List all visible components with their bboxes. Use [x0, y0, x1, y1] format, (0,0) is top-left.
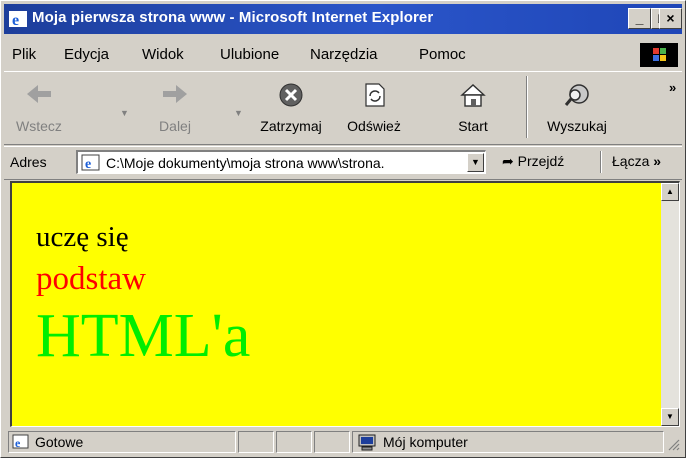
status-text: Gotowe — [35, 434, 84, 450]
svg-text:e: e — [15, 436, 21, 450]
address-bar: Adres e C:\Moje dokumenty\moja strona ww… — [4, 146, 682, 180]
back-label: Wstecz — [16, 118, 62, 134]
page-text-line-2: podstaw — [36, 261, 146, 297]
browser-window: e Moja pierwsza strona www - Microsoft I… — [0, 0, 686, 458]
menu-help[interactable]: Pomoc — [419, 46, 466, 63]
forward-arrow-icon — [163, 85, 187, 103]
status-panel-privacy — [314, 431, 350, 453]
forward-button[interactable]: Dalej — [144, 72, 206, 144]
ie-logo-icon: e — [9, 11, 27, 27]
window-title: Moja pierwsza strona www - Microsoft Int… — [32, 9, 434, 26]
computer-icon — [358, 434, 376, 451]
ie-page-icon: e — [81, 154, 100, 172]
refresh-label: Odśwież — [347, 118, 401, 134]
go-arrow-icon: ➦ — [502, 153, 514, 169]
close-button[interactable]: × — [659, 8, 682, 29]
status-zone-panel: Mój komputer — [352, 431, 664, 453]
stop-button[interactable]: Zatrzymaj — [254, 72, 328, 144]
search-label: Wyszukaj — [547, 118, 607, 134]
go-button[interactable]: ➦ Przejdź — [502, 153, 564, 170]
menu-view[interactable]: Widok — [142, 46, 184, 63]
status-panel-ssl — [276, 431, 312, 453]
menu-edit[interactable]: Edycja — [64, 46, 109, 63]
resize-grip-icon[interactable] — [666, 437, 680, 451]
toolbar-more-chevron[interactable]: » — [669, 80, 676, 95]
address-label: Adres — [10, 154, 47, 170]
page-body: uczę się podstaw HTML'a — [12, 183, 660, 426]
vertical-scrollbar[interactable]: ▲ ▼ — [661, 183, 679, 426]
home-button[interactable]: Start — [440, 72, 506, 144]
svg-text:e: e — [85, 157, 91, 172]
forward-label: Dalej — [159, 118, 191, 134]
ie-page-status-icon: e — [12, 434, 29, 450]
address-input[interactable]: e C:\Moje dokumenty\moja strona www\stro… — [76, 150, 486, 174]
stop-label: Zatrzymaj — [260, 118, 322, 134]
links-label: Łącza — [612, 153, 650, 169]
title-bar[interactable]: e Moja pierwsza strona www - Microsoft I… — [4, 4, 682, 34]
menu-tools[interactable]: Narzędzia — [310, 46, 378, 63]
status-panel-progress — [238, 431, 274, 453]
back-arrow-icon — [27, 85, 51, 103]
links-button[interactable]: Łącza » — [612, 153, 661, 169]
back-button[interactable]: Wstecz — [8, 72, 70, 144]
refresh-button[interactable]: Odśwież — [341, 72, 407, 144]
page-viewport[interactable]: uczę się podstaw HTML'a ▲ ▼ — [10, 181, 680, 427]
home-icon — [460, 84, 486, 107]
toolbar-divider — [526, 76, 528, 138]
refresh-icon — [365, 83, 385, 107]
status-zone-text: Mój komputer — [383, 434, 468, 450]
menu-file[interactable]: Plik — [12, 46, 36, 63]
address-dropdown-icon[interactable]: ▼ — [467, 153, 484, 172]
menu-favorites[interactable]: Ulubione — [220, 46, 279, 63]
page-text-line-3: HTML'a — [36, 302, 251, 370]
menu-bar: Plik Edycja Widok Ulubione Narzędzia Pom… — [4, 43, 682, 67]
home-label: Start — [458, 118, 488, 134]
status-bar: e Gotowe Mój komputer — [4, 429, 682, 455]
minimize-button[interactable]: _ — [628, 8, 651, 29]
go-label: Przejdź — [517, 153, 565, 169]
links-more-chevron: » — [653, 153, 662, 169]
standard-toolbar: Wstecz ▼ Dalej ▼ Zatrzymaj Odśwież Start… — [4, 71, 682, 145]
search-button[interactable]: Wyszukaj — [536, 72, 618, 144]
stop-icon — [279, 83, 303, 107]
address-url: C:\Moje dokumenty\moja strona www\strona… — [106, 155, 385, 171]
windows-logo-icon — [640, 43, 678, 67]
status-main-panel: e Gotowe — [8, 431, 236, 453]
address-divider — [600, 151, 602, 173]
page-text-line-1: uczę się — [36, 221, 129, 253]
svg-text:e: e — [12, 12, 19, 27]
search-icon — [564, 84, 589, 106]
forward-dropdown-icon[interactable]: ▼ — [234, 108, 243, 118]
scroll-up-button[interactable]: ▲ — [661, 183, 679, 201]
back-dropdown-icon[interactable]: ▼ — [120, 108, 129, 118]
scroll-down-button[interactable]: ▼ — [661, 408, 679, 426]
